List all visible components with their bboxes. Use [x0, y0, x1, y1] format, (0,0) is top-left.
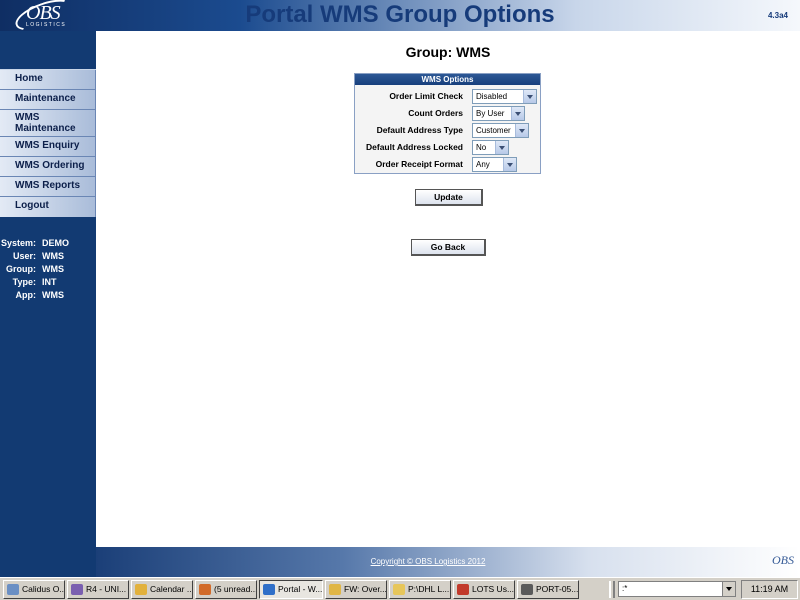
address-bar-combo[interactable]: :*	[618, 581, 736, 597]
info-row-user: User: WMS	[0, 250, 96, 263]
sidebar-item-maintenance[interactable]: Maintenance	[0, 90, 96, 110]
taskbar-item-label: R4 - UNI...	[86, 584, 127, 594]
order-receipt-format-select[interactable]: Any	[472, 157, 517, 172]
info-key: System:	[0, 238, 36, 248]
email-icon	[329, 584, 341, 595]
info-row-app: App: WMS	[0, 289, 96, 302]
toolbar-grip-handle[interactable]	[609, 581, 615, 598]
info-row-type: Type: INT	[0, 276, 96, 289]
taskbar-item-portal[interactable]: Portal - W...	[259, 580, 323, 599]
options-panel-title: WMS Options	[355, 74, 540, 85]
calidus-icon	[7, 584, 19, 595]
mail-icon	[199, 584, 211, 595]
select-value: No	[476, 143, 487, 152]
taskbar-item-dhl-folder[interactable]: P:\DHL L...	[389, 580, 451, 599]
taskbar-item-lots[interactable]: LOTS Us...	[453, 580, 515, 599]
footer-bar: Copyright © OBS Logistics 2012 OBS	[96, 547, 800, 577]
option-row-order-limit-check: Order Limit Check Disabled	[355, 87, 540, 104]
info-row-group: Group: WMS	[0, 263, 96, 276]
taskbar-item-label: Calendar ...	[150, 584, 193, 594]
sidebar-item-wms-ordering[interactable]: WMS Ordering	[0, 157, 96, 177]
option-label: Count Orders	[408, 108, 463, 118]
go-back-button[interactable]: Go Back	[411, 239, 486, 256]
folder-icon	[393, 584, 405, 595]
option-label: Default Address Type	[376, 125, 463, 135]
group-heading: Group: WMS	[405, 44, 491, 60]
main-content: Group: WMS WMS Options Order Limit Check…	[96, 31, 800, 547]
sidebar-item-wms-maintenance[interactable]: WMS Maintenance	[0, 110, 96, 137]
info-key: Group:	[6, 264, 36, 274]
info-row-system: System: DEMO	[0, 237, 96, 250]
wms-options-panel: WMS Options Order Limit Check Disabled C…	[354, 73, 541, 174]
taskbar-item-label: PORT-05...	[536, 584, 579, 594]
taskbar-item-port[interactable]: PORT-05...	[517, 580, 579, 599]
info-value: WMS	[42, 264, 64, 274]
sidebar-item-home[interactable]: Home	[0, 70, 96, 90]
address-value: :*	[622, 584, 628, 593]
taskbar-item-label: P:\DHL L...	[408, 584, 450, 594]
chevron-down-icon[interactable]	[495, 141, 508, 154]
taskbar-item-label: (5 unread...	[214, 584, 257, 594]
option-label: Order Receipt Format	[375, 159, 463, 169]
chevron-down-icon[interactable]	[511, 107, 524, 120]
default-address-type-select[interactable]: Customer	[472, 123, 529, 138]
update-button[interactable]: Update	[415, 189, 483, 206]
sidebar-item-wms-enquiry[interactable]: WMS Enquiry	[0, 137, 96, 157]
ie-icon	[263, 584, 275, 595]
session-info: System: DEMO User: WMS Group: WMS Type: …	[0, 237, 96, 302]
taskbar-item-calendar[interactable]: Calendar ...	[131, 580, 193, 599]
pdf-icon	[457, 584, 469, 595]
taskbar-item-r4[interactable]: R4 - UNI...	[67, 580, 129, 599]
option-row-count-orders: Count Orders By User	[355, 104, 540, 121]
info-value: WMS	[42, 290, 64, 300]
option-label: Order Limit Check	[389, 91, 463, 101]
info-value: DEMO	[42, 238, 69, 248]
taskbar-item-label: Calidus O...	[22, 584, 65, 594]
select-value: By User	[476, 109, 505, 118]
page-title: Portal WMS Group Options	[245, 1, 555, 28]
info-value: INT	[42, 277, 57, 287]
default-address-locked-select[interactable]: No	[472, 140, 509, 155]
order-limit-check-select[interactable]: Disabled	[472, 89, 537, 104]
option-row-order-receipt-format: Order Receipt Format Any	[355, 155, 540, 172]
option-row-default-address-locked: Default Address Locked No	[355, 138, 540, 155]
sidebar-nav: Home Maintenance WMS Maintenance WMS Enq…	[0, 69, 96, 217]
sidebar-item-logout[interactable]: Logout	[0, 197, 96, 217]
option-label: Default Address Locked	[366, 142, 463, 152]
select-value: Any	[476, 160, 490, 169]
taskbar-item-label: FW: Over...	[344, 584, 387, 594]
chevron-down-icon[interactable]	[523, 90, 536, 103]
taskbar-item-fw-over[interactable]: FW: Over...	[325, 580, 387, 599]
sidebar-item-wms-reports[interactable]: WMS Reports	[0, 177, 96, 197]
window-icon	[521, 584, 533, 595]
taskbar: Calidus O... R4 - UNI... Calendar ... (5…	[0, 577, 800, 600]
taskbar-item-calidus[interactable]: Calidus O...	[3, 580, 65, 599]
chevron-down-icon[interactable]	[722, 582, 735, 596]
system-clock[interactable]: 11:19 AM	[741, 580, 798, 599]
info-key: Type:	[12, 277, 36, 287]
taskbar-item-unread[interactable]: (5 unread...	[195, 580, 257, 599]
chevron-down-icon[interactable]	[503, 158, 516, 171]
select-value: Customer	[476, 126, 511, 135]
option-row-default-address-type: Default Address Type Customer	[355, 121, 540, 138]
sidebar: Home Maintenance WMS Maintenance WMS Enq…	[0, 31, 96, 577]
header-bar: OBS LOGISTICS Portal WMS Group Options 4…	[0, 0, 800, 37]
copyright-link[interactable]: Copyright © OBS Logistics 2012	[96, 557, 760, 566]
taskbar-item-label: Portal - W...	[278, 584, 323, 594]
taskbar-item-label: LOTS Us...	[472, 584, 515, 594]
calendar-icon	[135, 584, 147, 595]
select-value: Disabled	[476, 92, 508, 101]
info-key: App:	[15, 290, 37, 300]
info-key: User:	[12, 251, 36, 261]
chevron-down-icon[interactable]	[515, 124, 528, 137]
count-orders-select[interactable]: By User	[472, 106, 525, 121]
app-icon	[71, 584, 83, 595]
version-label: 4.3a4	[767, 11, 788, 20]
info-value: WMS	[42, 251, 64, 261]
footer-logo: OBS	[772, 553, 794, 567]
